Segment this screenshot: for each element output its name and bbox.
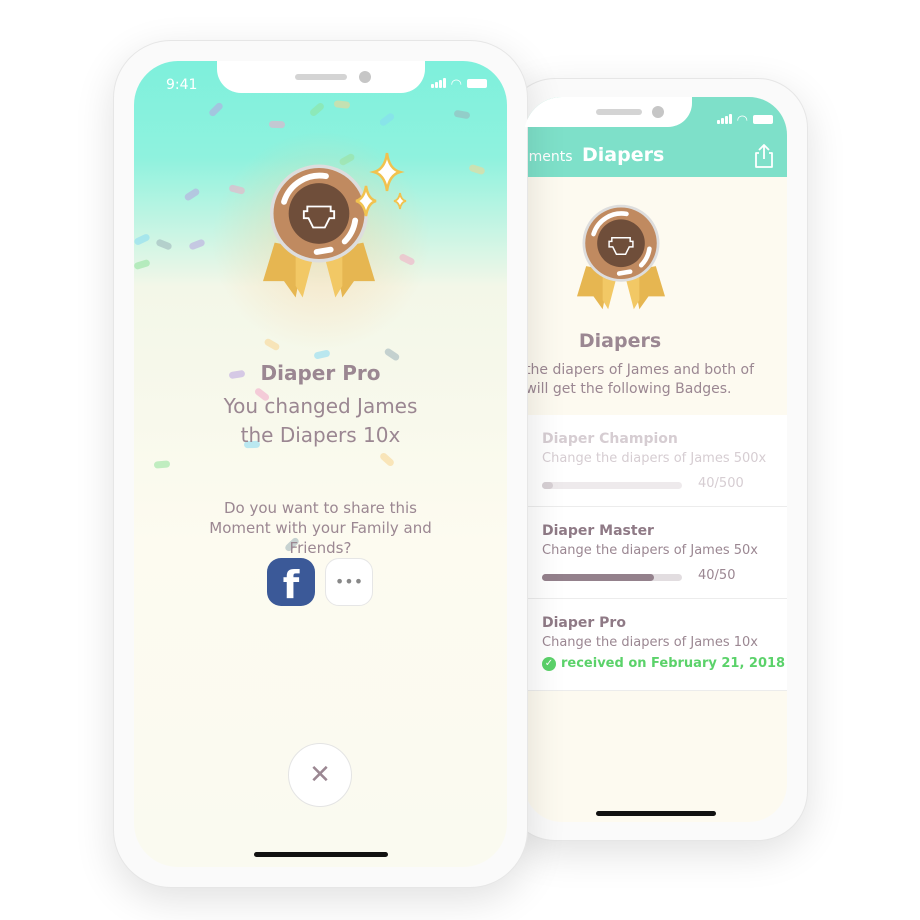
battery-icon <box>467 79 487 88</box>
signal-icon <box>430 78 446 88</box>
confetti-piece <box>378 451 396 468</box>
badge-list: Diaper Champion Change the diapers of Jam… <box>524 415 787 691</box>
confetti-piece <box>207 101 225 118</box>
confetti-piece <box>188 238 206 251</box>
achievement-message: You changed James the Diapers 10x <box>223 394 418 447</box>
confetti-piece <box>155 238 173 251</box>
home-indicator <box>253 852 388 857</box>
check-icon: ✓ <box>542 656 556 671</box>
sparkle-icon <box>355 152 407 217</box>
share-prompt: Do you want to share this Moment with yo… <box>209 499 432 557</box>
badge-medal-icon <box>571 202 671 312</box>
badge-category-title: Diapers <box>578 330 662 352</box>
facebook-share-button[interactable]: f <box>267 558 315 607</box>
badge-earned-screen: 9:41 ◠ Diaper Pro You changed James the … <box>134 61 507 867</box>
confetti-piece <box>453 109 471 120</box>
badge-item-diaper-master[interactable]: Diaper Master Change the diapers of James… <box>524 507 787 599</box>
confetti-piece <box>333 100 351 109</box>
back-button[interactable]: ements <box>524 149 573 165</box>
badge-title: Diaper Pro <box>260 361 381 385</box>
front-phone: 9:41 ◠ Diaper Pro You changed James the … <box>113 40 528 888</box>
share-icon[interactable] <box>753 143 775 169</box>
notch <box>524 97 692 127</box>
nav-title: Diapers <box>582 144 665 166</box>
back-phone: ements Diapers ◠ Diapers e the diapers o… <box>505 78 808 841</box>
home-indicator <box>595 811 716 816</box>
badge-description: e the diapers of James and both of u will… <box>524 362 755 397</box>
confetti-piece <box>308 101 326 118</box>
badge-item-diaper-pro[interactable]: Diaper Pro Change the diapers of James 10… <box>524 599 787 691</box>
confetti-piece <box>183 187 201 202</box>
confetti-piece <box>378 111 396 128</box>
confetti-piece <box>383 347 401 362</box>
confetti-piece <box>268 120 286 129</box>
more-share-button[interactable]: ••• <box>325 558 373 606</box>
progress-bar <box>542 482 682 489</box>
signal-icon <box>716 114 732 124</box>
wifi-icon: ◠ <box>450 77 462 92</box>
wifi-icon: ◠ <box>736 113 748 128</box>
badge-detail-screen: ements Diapers ◠ Diapers e the diapers o… <box>524 97 787 822</box>
notch <box>217 61 425 93</box>
received-date: received on February 21, 2018 <box>561 656 786 671</box>
confetti-piece <box>468 163 486 176</box>
confetti-piece <box>134 232 151 247</box>
close-button[interactable]: ✕ <box>288 743 352 807</box>
status-time: 9:41 <box>166 77 198 93</box>
confetti-piece <box>153 460 171 469</box>
status-icons: ◠ <box>430 77 487 92</box>
badge-item-diaper-champion[interactable]: Diaper Champion Change the diapers of Jam… <box>524 415 787 507</box>
confetti-piece <box>134 258 151 271</box>
battery-icon <box>753 115 773 124</box>
progress-bar <box>542 574 682 581</box>
status-icons: ◠ <box>716 113 773 128</box>
